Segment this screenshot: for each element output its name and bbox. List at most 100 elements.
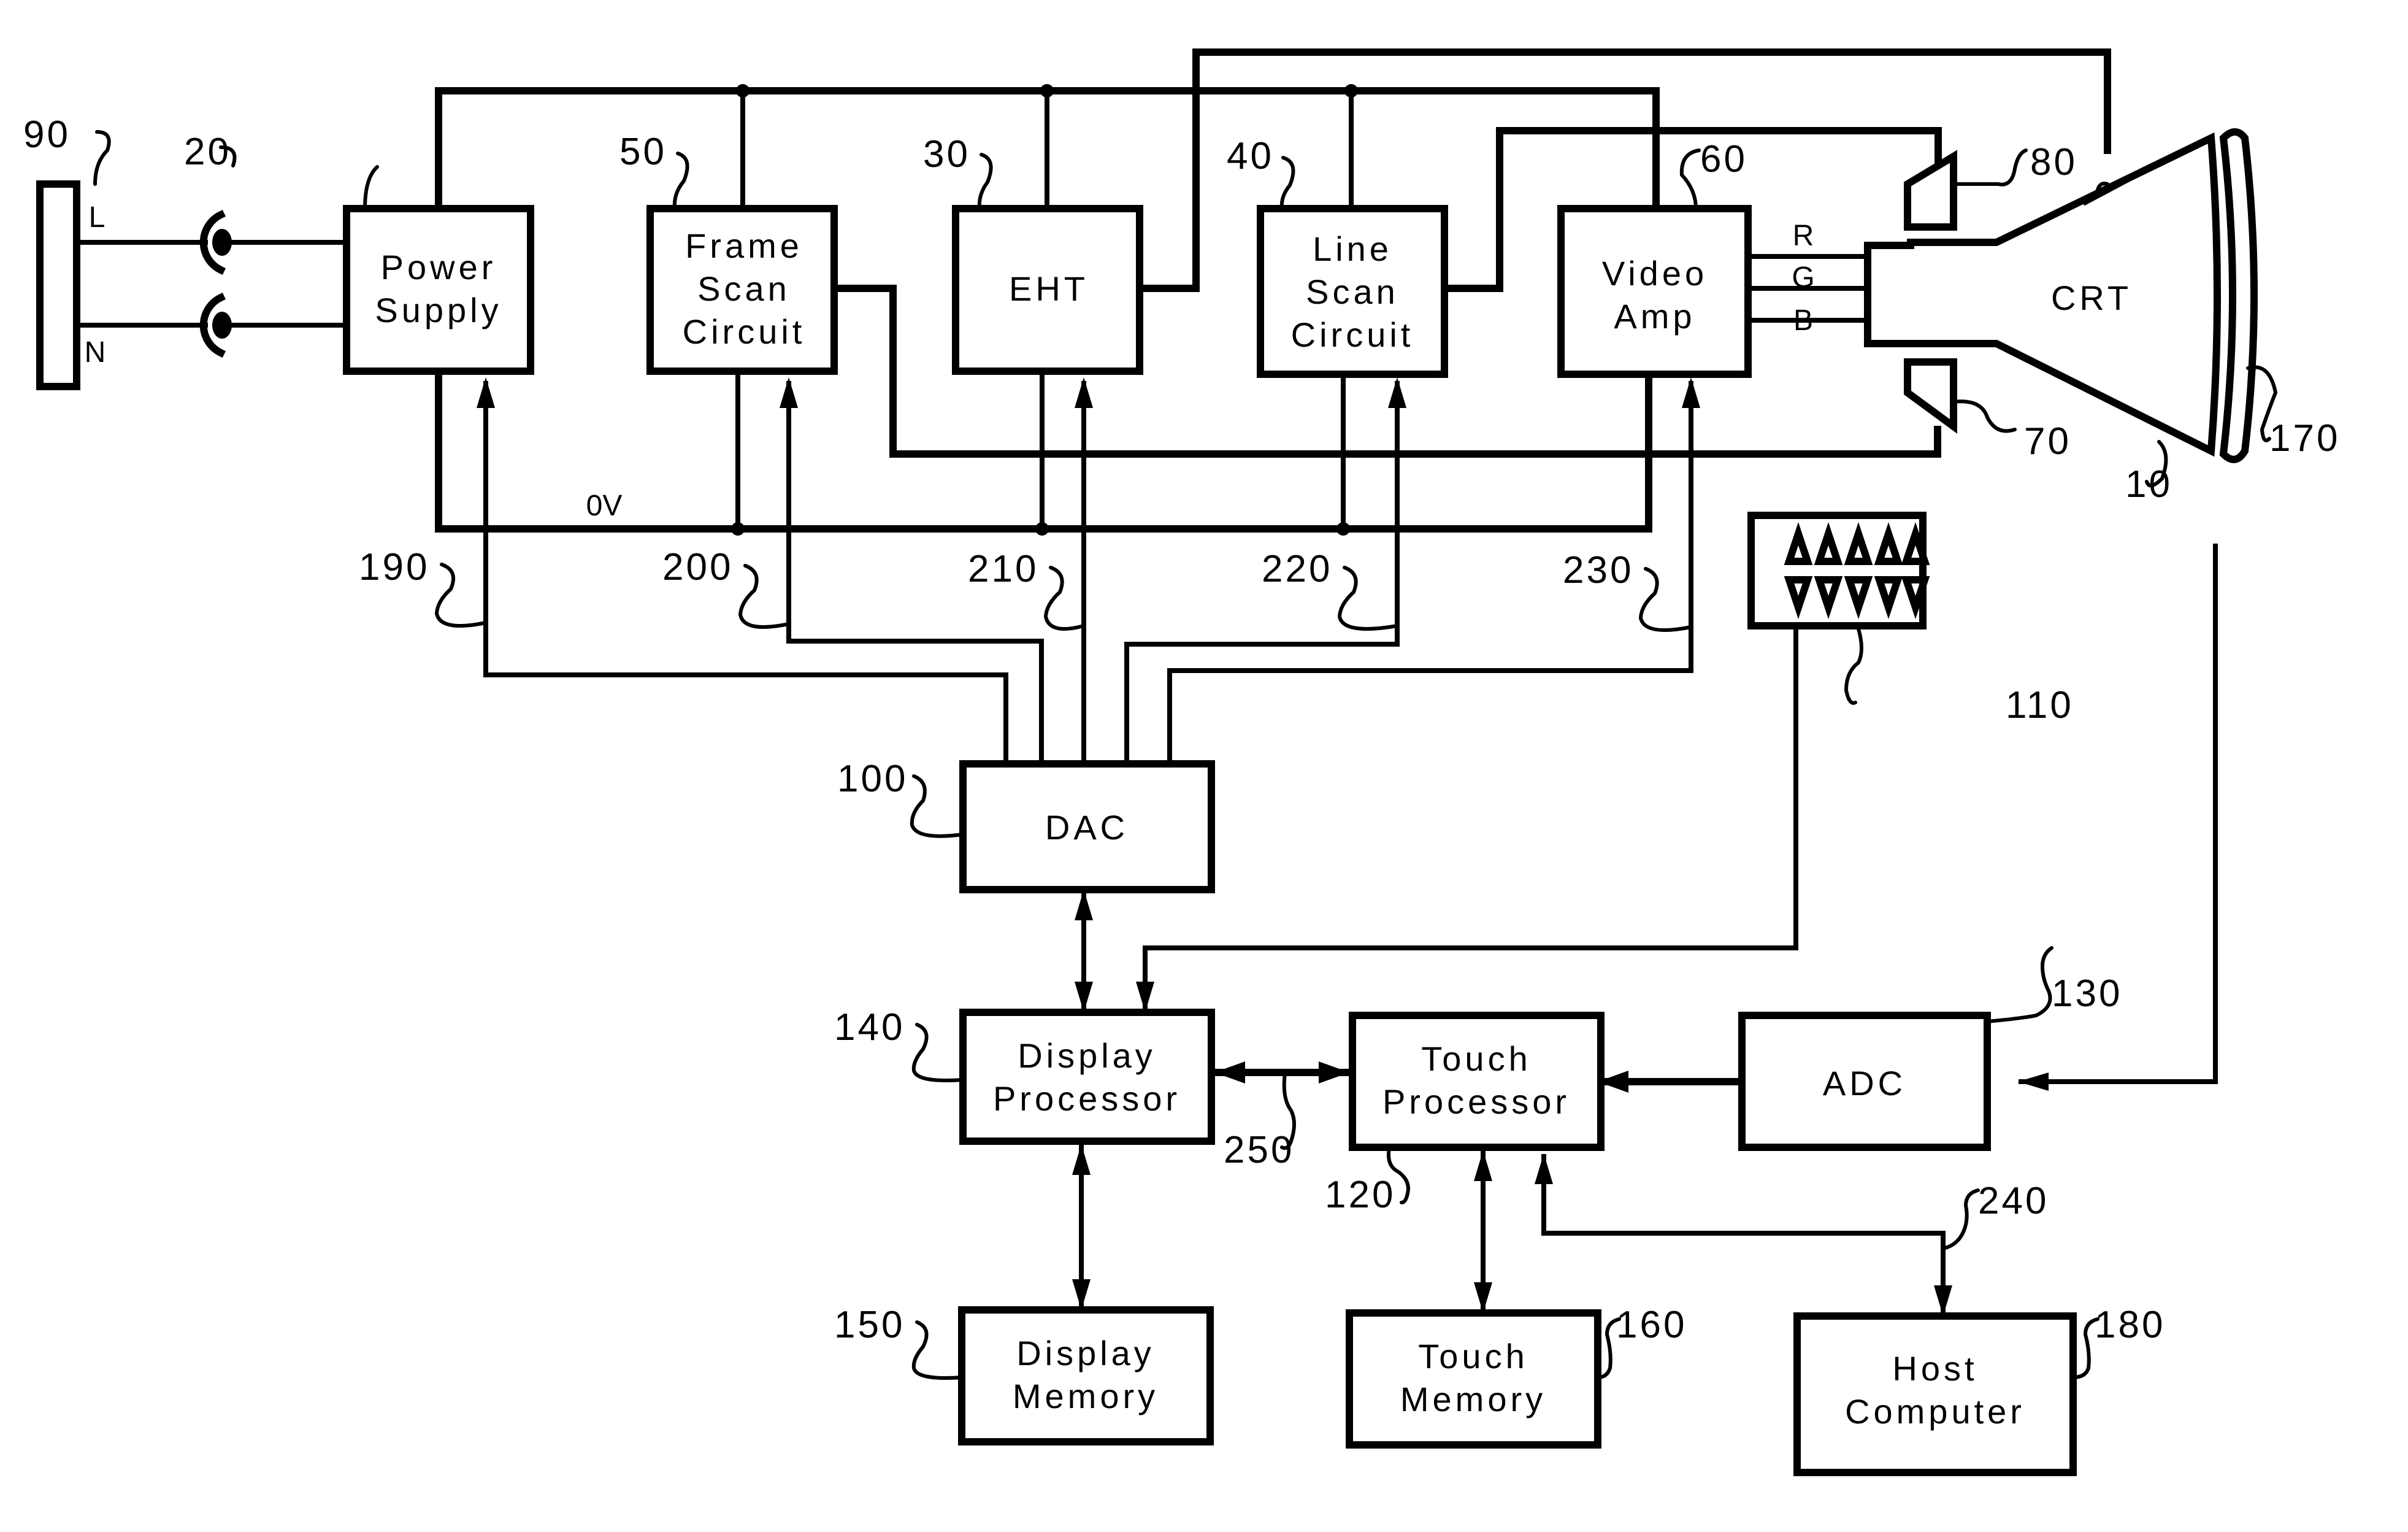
- block-label: Memory: [1013, 1377, 1159, 1415]
- block-label: Processor: [1382, 1082, 1570, 1121]
- arrowhead: [477, 377, 495, 408]
- leader-line: [363, 165, 379, 210]
- ground-label: 0V: [586, 490, 623, 522]
- block-label: Circuit: [1291, 315, 1414, 354]
- button-panel-box: [1747, 512, 1927, 629]
- block-label: Circuit: [683, 312, 806, 351]
- power-supply-block: Power Supply: [343, 205, 534, 375]
- neutral-pin-icon: [212, 312, 232, 339]
- arrowhead: [1474, 1150, 1492, 1181]
- control-line-190: [483, 381, 1008, 766]
- ref-numeral: 140: [834, 1006, 905, 1049]
- leader-line: [1638, 567, 1693, 632]
- ref-numeral: 250: [1224, 1129, 1294, 1171]
- arrowhead: [1682, 377, 1700, 408]
- touch-processor-box: [1349, 1012, 1605, 1151]
- arrowhead: [1075, 982, 1093, 1012]
- button-panel: [1747, 512, 1930, 629]
- block-label: Host: [1892, 1349, 1977, 1388]
- arrowhead: [1214, 1061, 1245, 1084]
- live-label: L: [89, 201, 105, 234]
- upper-deflection-coil: [1904, 150, 1957, 231]
- block-label: Video: [1602, 254, 1708, 293]
- junction-dot: [736, 84, 750, 98]
- touch-memory-block: Touch Memory: [1346, 1309, 1601, 1449]
- block-label: Touch: [1421, 1039, 1531, 1078]
- ref-numeral: 120: [1325, 1174, 1395, 1216]
- ref-numeral: 40: [1227, 135, 1274, 177]
- arrowhead: [1535, 1153, 1553, 1184]
- block-label: Scan: [697, 269, 791, 308]
- touch-processor-block: Touch Processor: [1349, 1012, 1605, 1151]
- leader-line: [911, 1320, 964, 1380]
- junction-dot: [1336, 522, 1350, 536]
- junction-dot: [731, 522, 745, 536]
- leader-line: [1985, 946, 2053, 1023]
- block-label: Supply: [375, 291, 502, 329]
- host-link: [1541, 1154, 1946, 1315]
- video-amp-block: Video Amp: [1557, 205, 1752, 378]
- arrowhead: [1474, 1282, 1492, 1313]
- ref-numeral: 190: [359, 546, 429, 588]
- leader-line: [911, 1023, 965, 1082]
- neutral-label: N: [85, 336, 106, 369]
- host-computer-block: Host Computer: [1793, 1312, 2077, 1476]
- blue-label: B: [1793, 304, 1813, 337]
- leader-line: [93, 130, 111, 186]
- leader-line: [1844, 627, 1863, 705]
- ref-numeral: 20: [184, 131, 231, 173]
- red-label: R: [1793, 220, 1814, 252]
- block-label: Power: [381, 248, 497, 287]
- display-processor-block: Display Processor: [959, 1009, 1215, 1145]
- block-label: EHT: [1009, 269, 1089, 308]
- junction-dot: [1040, 84, 1054, 98]
- ref-numeral: 150: [834, 1304, 905, 1346]
- arrowhead: [1075, 890, 1093, 920]
- ref-numeral: 90: [23, 114, 71, 156]
- block-label: Amp: [1614, 297, 1695, 336]
- ref-numeral: 50: [619, 131, 667, 173]
- leader-line: [1941, 1188, 1980, 1250]
- power-supply-box: [343, 205, 534, 375]
- touch-memory-box: [1346, 1309, 1601, 1449]
- button-panel-link: [1143, 625, 1798, 1012]
- block-label: Processor: [993, 1079, 1181, 1118]
- arrowhead: [780, 377, 798, 408]
- arrowhead: [1136, 982, 1154, 1012]
- ref-numeral: 110: [2006, 684, 2074, 726]
- block-label: Display: [1016, 1334, 1155, 1372]
- junction-dot: [1344, 84, 1358, 98]
- block-label: Computer: [1845, 1392, 2025, 1431]
- junction-dot: [1035, 522, 1049, 536]
- live-pin-icon: [212, 229, 232, 256]
- ref-numeral: 200: [662, 546, 733, 588]
- leader-line: [1337, 566, 1399, 631]
- touch-screen-overlay: [2219, 128, 2258, 463]
- display-processor-box: [959, 1009, 1215, 1145]
- block-label: DAC: [1045, 808, 1129, 847]
- line-scan-block: Line Scan Circuit: [1257, 205, 1448, 378]
- block-label: Frame: [685, 226, 803, 265]
- leader-line: [977, 153, 993, 210]
- block-label: Display: [1018, 1036, 1156, 1075]
- lower-deflection-coil: [1904, 358, 1957, 434]
- ref-numeral: 240: [1978, 1180, 2049, 1222]
- mains-supply: L N: [36, 180, 232, 390]
- arrowhead: [1934, 1285, 1952, 1316]
- arrowhead: [1072, 1279, 1091, 1310]
- adc-block: ADC: [1738, 1012, 1991, 1151]
- ref-numeral: 180: [2095, 1304, 2165, 1346]
- crt-touch-display-block-diagram: L N Power Supply Frame Scan Circuit EHT …: [23, 48, 2337, 1476]
- ref-numeral: 100: [837, 758, 908, 800]
- leader-line: [910, 774, 965, 838]
- arrowhead: [2018, 1072, 2049, 1091]
- arrowhead: [1388, 377, 1406, 408]
- display-memory-block: Display Memory: [958, 1306, 1214, 1445]
- ref-numeral: 230: [1563, 549, 1633, 591]
- ref-numeral: 60: [1700, 138, 1747, 180]
- eht-block: EHT: [952, 205, 1143, 375]
- leader-line: [1043, 566, 1086, 631]
- block-label: Line: [1313, 229, 1392, 268]
- green-label: G: [1792, 261, 1814, 294]
- block-label: Touch: [1418, 1337, 1528, 1376]
